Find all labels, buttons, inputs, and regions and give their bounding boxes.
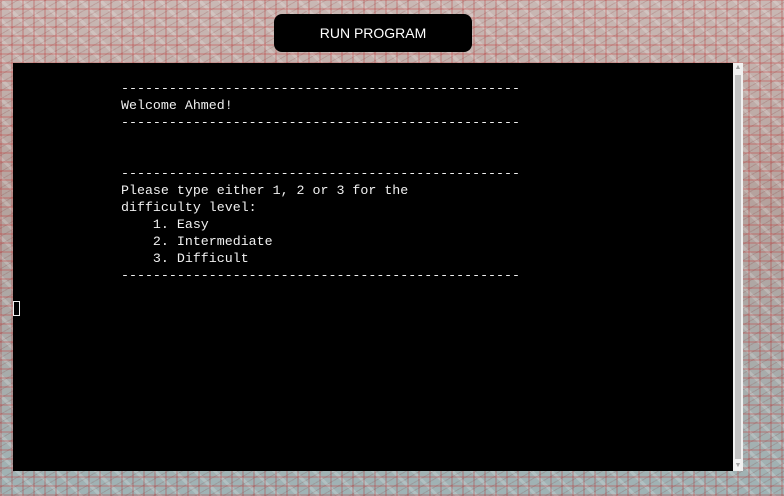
difficulty-prompt-line-1: Please type either 1, 2 or 3 for the: [121, 183, 409, 198]
separator-line: ----------------------------------------…: [121, 115, 520, 130]
triangle-down-icon[interactable]: ▼: [733, 461, 743, 471]
welcome-message: Welcome Ahmed!: [121, 98, 233, 113]
separator-line: ----------------------------------------…: [121, 166, 520, 181]
terminal-window[interactable]: ----------------------------------------…: [13, 63, 743, 471]
terminal-output: ----------------------------------------…: [121, 80, 520, 284]
difficulty-prompt-line-2: difficulty level:: [121, 200, 257, 215]
terminal-cursor[interactable]: [13, 301, 20, 316]
separator-line: ----------------------------------------…: [121, 268, 520, 283]
triangle-up-icon[interactable]: ▲: [733, 63, 743, 73]
run-program-button[interactable]: RUN PROGRAM: [274, 14, 472, 52]
terminal-scrollbar[interactable]: ▲ ▼: [733, 63, 743, 471]
scrollbar-thumb[interactable]: [735, 75, 741, 459]
separator-line: ----------------------------------------…: [121, 81, 520, 96]
option-easy: 1. Easy: [121, 217, 209, 232]
option-difficult: 3. Difficult: [121, 251, 249, 266]
option-intermediate: 2. Intermediate: [121, 234, 273, 249]
